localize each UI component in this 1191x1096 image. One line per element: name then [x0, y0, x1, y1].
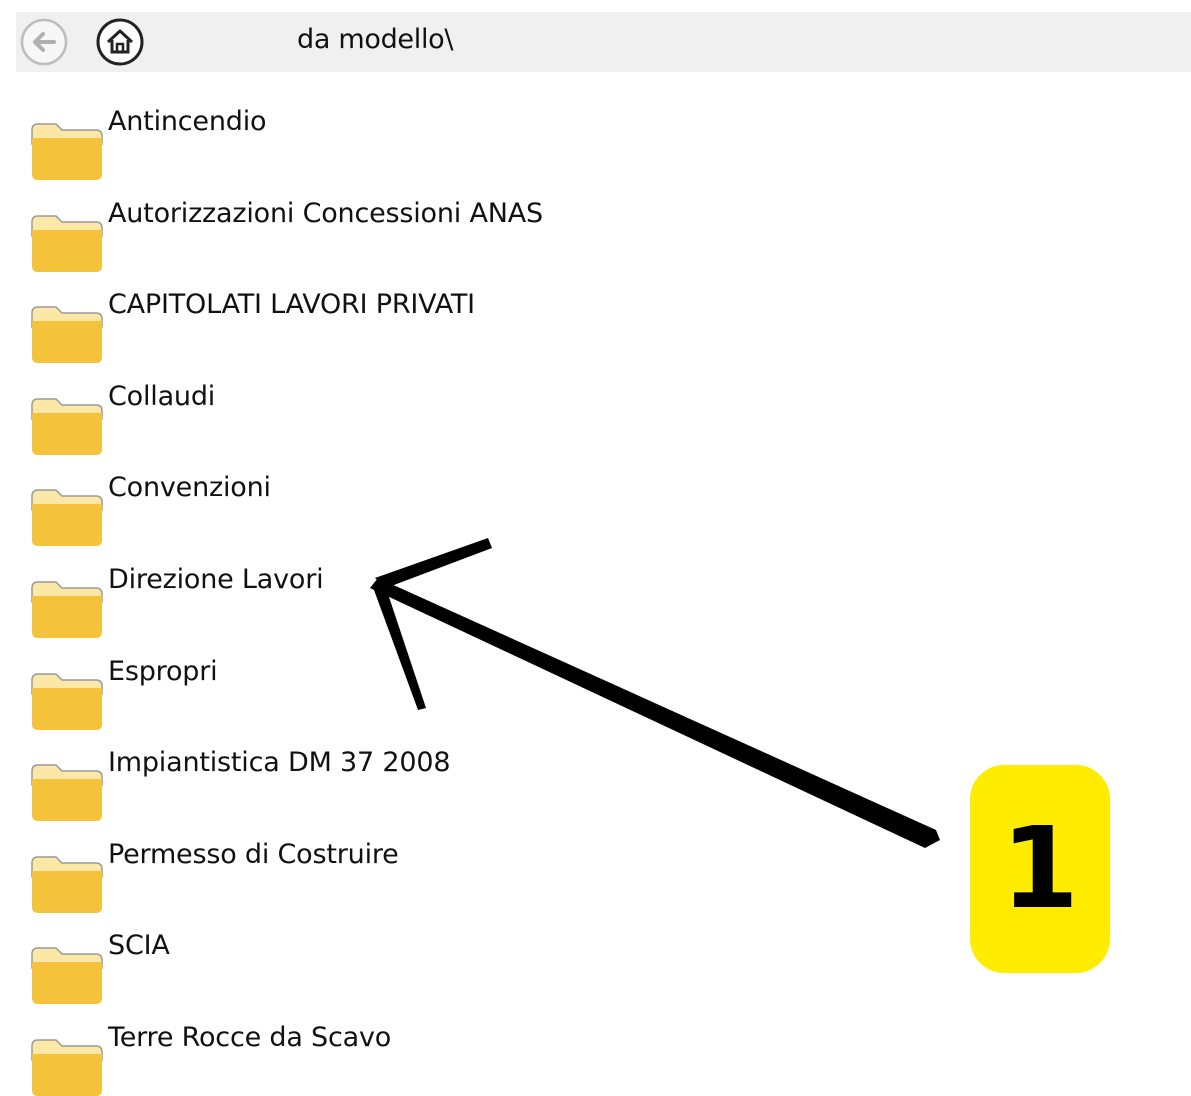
folder-icon	[31, 764, 103, 822]
folder-label: Permesso di Costruire	[108, 838, 399, 870]
folder-item[interactable]: CAPITOLATI LAVORI PRIVATI	[22, 275, 922, 364]
folder-item[interactable]: Antincendio	[22, 92, 922, 180]
folder-item[interactable]: Permesso di Costruire	[22, 825, 922, 913]
folder-label: Espropri	[108, 655, 218, 687]
folder-icon	[31, 581, 103, 638]
folder-item[interactable]: Terre Rocce da Scavo	[22, 1008, 922, 1096]
navigation-toolbar: da modello\	[16, 12, 1191, 72]
folder-label: Antincendio	[108, 106, 267, 137]
folder-item[interactable]: Autorizzazioni Concessioni ANAS	[22, 184, 922, 272]
folder-icon	[31, 123, 103, 180]
folder-label: Terre Rocce da Scavo	[108, 1022, 392, 1053]
step-badge: 1	[970, 765, 1110, 973]
folder-item[interactable]: Collaudi	[22, 367, 922, 455]
annotation-arrow	[370, 538, 940, 848]
folder-icon	[31, 214, 103, 272]
folder-icon	[31, 1039, 103, 1096]
folder-label: Direzione Lavori	[108, 564, 324, 595]
folder-icon	[31, 306, 103, 364]
folder-label: Impiantistica DM 37 2008	[108, 747, 451, 779]
current-path: da modello\	[297, 24, 454, 55]
folder-icon	[31, 489, 103, 547]
folder-label: CAPITOLATI LAVORI PRIVATI	[108, 289, 475, 321]
folder-icon	[31, 947, 103, 1005]
back-arrow-icon[interactable]	[16, 14, 72, 70]
folder-label: Autorizzazioni Concessioni ANAS	[108, 197, 543, 229]
folder-label: Convenzioni	[108, 472, 271, 504]
folder-icon	[31, 856, 103, 913]
folder-label: SCIA	[108, 930, 170, 962]
folder-icon	[31, 398, 103, 455]
home-icon[interactable]	[92, 14, 148, 70]
folder-icon	[31, 672, 103, 730]
step-number: 1	[1001, 804, 1079, 934]
folder-label: Collaudi	[108, 380, 216, 412]
folder-item[interactable]: SCIA	[22, 916, 922, 1005]
